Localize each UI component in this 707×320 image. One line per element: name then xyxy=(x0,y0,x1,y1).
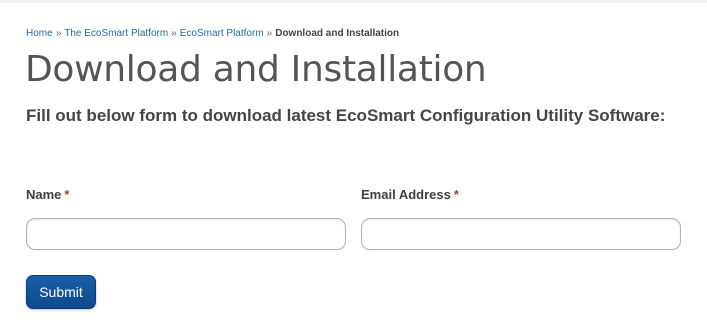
email-label-text: Email Address xyxy=(361,187,451,202)
page-title: Download and Installation xyxy=(25,49,487,90)
email-required-marker: * xyxy=(453,187,459,202)
email-label: Email Address * xyxy=(361,187,459,202)
submit-button[interactable]: Submit xyxy=(26,275,96,309)
breadcrumb: Home» The EcoSmart Platform» EcoSmart Plat… xyxy=(26,28,399,40)
top-divider xyxy=(0,0,707,3)
breadcrumb-link-home[interactable]: Home xyxy=(26,28,53,39)
breadcrumb-separator: » xyxy=(55,28,62,39)
name-label: Name * xyxy=(26,187,69,202)
breadcrumb-current: Download and Installation xyxy=(275,28,400,39)
breadcrumb-separator: » xyxy=(266,28,273,39)
name-required-marker: * xyxy=(64,187,70,202)
breadcrumb-link-ecosmart-platform-parent[interactable]: The EcoSmart Platform xyxy=(64,28,168,39)
email-input[interactable] xyxy=(361,218,681,250)
name-input[interactable] xyxy=(26,218,346,250)
breadcrumb-separator: » xyxy=(171,28,177,39)
name-label-text: Name xyxy=(26,187,62,202)
breadcrumb-link-ecosmart-platform[interactable]: EcoSmart Platform xyxy=(180,28,264,39)
form-instructions: Fill out below form to download latest E… xyxy=(26,106,666,125)
